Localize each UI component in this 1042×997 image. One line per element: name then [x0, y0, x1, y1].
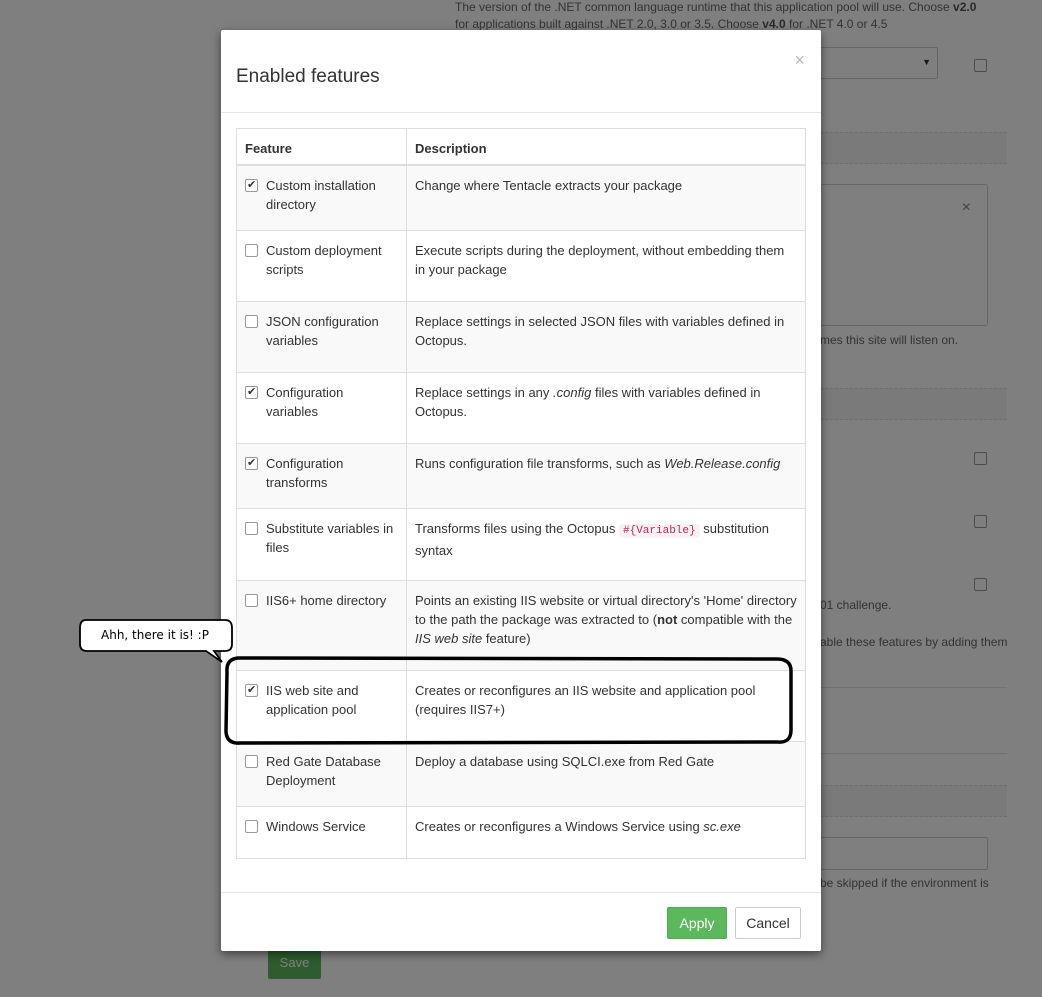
- dialog-title: Enabled features: [236, 66, 380, 87]
- feature-checkbox[interactable]: [245, 820, 258, 833]
- speech-bubble-text: Ahh, there it is! :P: [101, 628, 209, 642]
- feature-description: Replace settings in any .config files wi…: [406, 372, 806, 444]
- column-header-description: Description: [406, 128, 806, 166]
- feature-description: Replace settings in selected JSON files …: [406, 301, 806, 373]
- feature-checkbox[interactable]: [245, 244, 258, 257]
- column-header-feature: Feature: [236, 128, 407, 166]
- dialog-header: Enabled features ×: [221, 30, 821, 113]
- dialog-footer: Apply Cancel: [221, 892, 821, 951]
- feature-name: IIS web site and application pool: [266, 683, 359, 717]
- feature-checkbox[interactable]: [245, 522, 258, 535]
- features-table: Feature Description Custom installation …: [236, 128, 806, 859]
- feature-name: Substitute variables in files: [266, 521, 394, 555]
- feature-checkbox[interactable]: [245, 176, 258, 195]
- feature-description: Runs configuration file transforms, such…: [406, 443, 806, 509]
- feature-checkbox[interactable]: [245, 681, 258, 700]
- feature-name: JSON configuration variables: [266, 314, 379, 348]
- feature-description: Transforms files using the Octopus #{Var…: [406, 508, 806, 581]
- feature-description: Change where Tentacle extracts your pack…: [406, 164, 806, 231]
- feature-name: Custom deployment scripts: [266, 243, 382, 277]
- table-row: Windows Service Creates or reconfigures …: [236, 806, 806, 859]
- feature-description: Execute scripts during the deployment, w…: [406, 230, 806, 302]
- feature-description: Creates or reconfigures an IIS website a…: [406, 670, 806, 742]
- apply-button[interactable]: Apply: [667, 907, 727, 939]
- close-icon[interactable]: ×: [794, 50, 805, 71]
- table-row: IIS web site and application pool Create…: [236, 670, 806, 742]
- feature-checkbox[interactable]: [245, 454, 258, 473]
- feature-checkbox[interactable]: [245, 315, 258, 328]
- table-row: IIS6+ home directory Points an existing …: [236, 580, 806, 671]
- feature-name: Configuration variables: [266, 385, 344, 419]
- feature-checkbox[interactable]: [245, 755, 258, 768]
- table-row: Configuration variables Replace settings…: [236, 372, 806, 444]
- feature-description: Deploy a database using SQLCI.exe from R…: [406, 741, 806, 807]
- table-row: Custom installation directory Change whe…: [236, 164, 806, 231]
- feature-description: Points an existing IIS website or virtua…: [406, 580, 806, 671]
- feature-checkbox[interactable]: [245, 594, 258, 607]
- enabled-features-dialog: Enabled features × Feature Description C…: [221, 30, 821, 951]
- feature-name: Windows Service: [266, 819, 366, 834]
- feature-checkbox[interactable]: [245, 383, 258, 402]
- table-row: Configuration transforms Runs configurat…: [236, 443, 806, 509]
- feature-name: Configuration transforms: [266, 456, 344, 490]
- feature-name: IIS6+ home directory: [266, 593, 387, 608]
- cancel-button[interactable]: Cancel: [735, 907, 801, 939]
- feature-description: Creates or reconfigures a Windows Servic…: [406, 806, 806, 859]
- table-row: Red Gate Database Deployment Deploy a da…: [236, 741, 806, 807]
- table-row: Custom deployment scripts Execute script…: [236, 230, 806, 302]
- feature-name: Red Gate Database Deployment: [266, 754, 381, 788]
- variable-code: #{Variable}: [619, 524, 700, 538]
- table-row: Substitute variables in files Transforms…: [236, 508, 806, 581]
- feature-name: Custom installation directory: [266, 177, 376, 212]
- table-row: JSON configuration variables Replace set…: [236, 301, 806, 373]
